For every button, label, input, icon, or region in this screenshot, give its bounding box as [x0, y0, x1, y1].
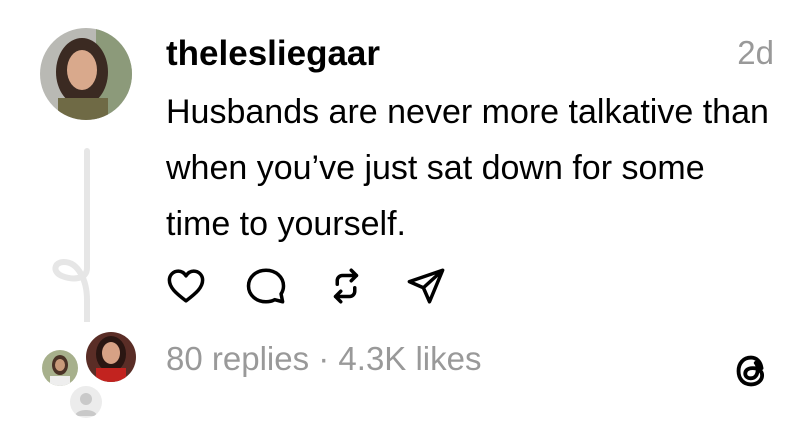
send-icon [407, 268, 445, 304]
reply-avatar [40, 348, 80, 388]
likes-count[interactable]: 4.3K likes [338, 340, 481, 377]
stats-separator: · [309, 340, 339, 377]
threads-logo-icon[interactable] [728, 348, 774, 394]
post-stats: 80 replies · 4.3K likes [166, 340, 482, 378]
post-actions [164, 264, 484, 308]
author-username[interactable]: thelesliegaar [166, 34, 380, 74]
default-avatar-icon [70, 386, 102, 418]
thread-connector-line [84, 148, 90, 260]
reply-button[interactable] [244, 264, 288, 308]
post-text: Husbands are never more talkative than w… [166, 93, 769, 243]
repost-icon [333, 268, 359, 304]
author-avatar[interactable] [40, 28, 132, 120]
post-timestamp: 2d [737, 34, 774, 71]
reply-avatar [84, 330, 138, 384]
like-button[interactable] [164, 264, 208, 308]
thread-loop-icon [52, 250, 90, 322]
heart-icon [167, 269, 205, 303]
share-button[interactable] [404, 264, 448, 308]
comment-bubble-icon [246, 268, 286, 304]
repost-button[interactable] [324, 264, 368, 308]
replies-count[interactable]: 80 replies [166, 340, 309, 377]
reply-avatars[interactable] [38, 330, 138, 420]
